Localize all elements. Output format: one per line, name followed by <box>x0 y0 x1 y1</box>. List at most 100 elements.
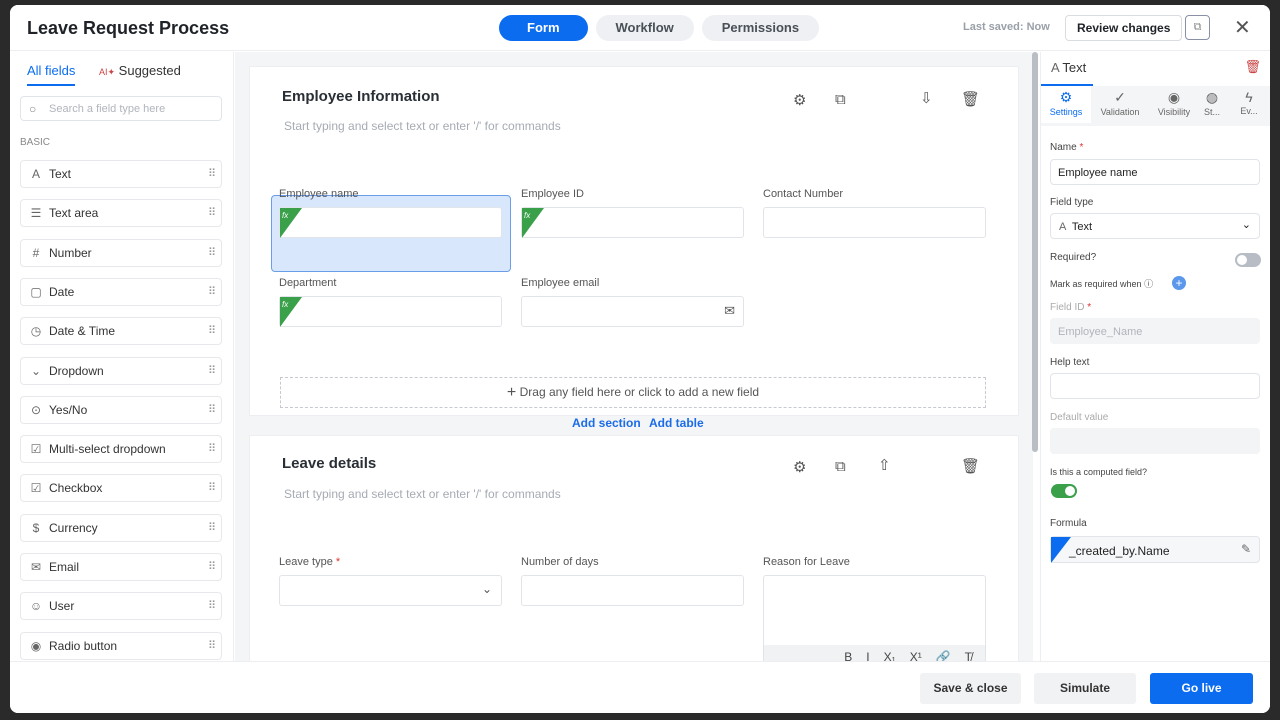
default-value-input <box>1050 428 1260 454</box>
simulate-button[interactable]: Simulate <box>1034 673 1136 704</box>
close-icon[interactable]: ✕ <box>1234 15 1251 40</box>
rich-text-input[interactable]: B I X₁ X¹ 🔗 T̸ <box>763 575 986 670</box>
field-type-label: Text area <box>49 206 99 221</box>
tab-settings[interactable]: ⚙ Settings <box>1041 86 1091 123</box>
tab-suggested[interactable]: AI✦ Suggested <box>99 63 181 78</box>
duplicate-icon[interactable]: ⧉ <box>835 91 846 108</box>
field-type-item[interactable]: # Number ⠿ <box>20 238 222 267</box>
add-field-dropzone[interactable]: + Drag any field here or click to add a … <box>280 377 986 408</box>
formula-input[interactable]: _created_by.Name ✎ <box>1050 536 1260 563</box>
field-department[interactable]: Department fx <box>279 277 502 327</box>
tab-visibility[interactable]: ◉ Visibility <box>1149 89 1199 117</box>
settings-icon[interactable]: ⚙ <box>793 458 806 476</box>
field-type-label: User <box>49 599 75 614</box>
field-type-item[interactable]: ◷ Date & Time ⠿ <box>20 317 222 346</box>
move-up-icon[interactable]: ⇧ <box>878 456 891 474</box>
text-input[interactable]: fx <box>279 296 502 327</box>
field-type-item[interactable]: ☑ Multi-select dropdown ⠿ <box>20 435 222 464</box>
drag-handle-icon[interactable]: ⠿ <box>208 475 216 501</box>
drag-handle-icon[interactable]: ⠿ <box>208 436 216 462</box>
computed-toggle[interactable] <box>1051 484 1077 498</box>
fx-label: fx <box>524 211 531 220</box>
tab-workflow[interactable]: Workflow <box>595 15 694 41</box>
name-label: Name * <box>1050 142 1083 153</box>
field-type-icon: ▢ <box>30 284 42 299</box>
drag-handle-icon[interactable]: ⠿ <box>208 593 216 619</box>
canvas-scrollbar[interactable] <box>1032 52 1038 452</box>
review-changes-button[interactable]: Review changes <box>1065 15 1183 41</box>
add-table-link[interactable]: Add table <box>649 416 704 430</box>
move-down-icon[interactable]: ⇩ <box>920 89 933 107</box>
name-input[interactable]: Employee name <box>1050 159 1260 185</box>
search-input[interactable]: Search a field type here <box>20 96 222 121</box>
text-input[interactable] <box>763 207 986 238</box>
drag-handle-icon[interactable]: ⠿ <box>208 318 216 344</box>
save-close-button[interactable]: Save & close <box>920 673 1021 704</box>
field-type-select[interactable]: A Text ⌄ <box>1050 213 1260 239</box>
text-input[interactable]: fx <box>521 207 744 238</box>
copy-icon[interactable]: ⧉ <box>1185 15 1210 40</box>
drag-handle-icon[interactable]: ⠿ <box>208 515 216 541</box>
field-type-item[interactable]: ☑ Checkbox ⠿ <box>20 474 222 503</box>
section-hint[interactable]: Start typing and select text or enter '/… <box>284 119 561 133</box>
delete-icon[interactable]: 🗑 <box>961 457 980 475</box>
field-employee-id[interactable]: Employee ID fx <box>521 188 744 238</box>
section-title[interactable]: Employee Information <box>282 88 440 105</box>
tab-label: Ev... <box>1240 106 1258 116</box>
email-input[interactable]: ✉ <box>521 296 744 327</box>
number-input[interactable] <box>521 575 744 606</box>
field-type-icon: ⌄ <box>30 363 42 378</box>
go-live-button[interactable]: Go live <box>1150 673 1253 704</box>
drag-handle-icon[interactable]: ⠿ <box>208 240 216 266</box>
last-saved-status: Last saved: Now <box>963 21 1050 33</box>
field-type-item[interactable]: A Text ⠿ <box>20 160 222 188</box>
drag-handle-icon[interactable]: ⠿ <box>208 397 216 423</box>
tab-validation[interactable]: ✓ Validation <box>1095 89 1145 117</box>
label-text: Name <box>1050 142 1077 153</box>
eye-icon: ◉ <box>1167 89 1181 105</box>
dropdown-select[interactable]: ⌄ <box>279 575 502 606</box>
settings-icon[interactable]: ⚙ <box>793 91 806 109</box>
field-employee-email[interactable]: Employee email ✉ <box>521 277 744 327</box>
drag-handle-icon[interactable]: ⠿ <box>208 633 216 659</box>
section-title[interactable]: Leave details <box>282 455 376 472</box>
field-type-item[interactable]: $ Currency ⠿ <box>20 513 222 542</box>
field-type-icon: ☑ <box>30 481 42 496</box>
dropzone-label: Drag any field here or click to add a ne… <box>519 385 760 399</box>
drag-handle-icon[interactable]: ⠿ <box>208 161 216 187</box>
tab-permissions[interactable]: Permissions <box>701 15 820 41</box>
panel-tabs: ⚙ Settings ✓ Validation ◉ Visibility ◍ St...… <box>1041 86 1270 126</box>
help-text-input[interactable] <box>1050 373 1260 399</box>
field-type-item[interactable]: ☰ Text area ⠿ <box>20 199 222 228</box>
delete-icon[interactable]: 🗑 <box>961 90 980 108</box>
pencil-icon[interactable]: ✎ <box>1241 542 1251 556</box>
drag-handle-icon[interactable]: ⠿ <box>208 554 216 580</box>
field-type-item[interactable]: ▢ Date ⠿ <box>20 277 222 306</box>
text-input[interactable]: fx <box>279 207 502 238</box>
field-contact-number[interactable]: Contact Number <box>763 188 986 238</box>
drag-handle-icon[interactable]: ⠿ <box>208 279 216 305</box>
add-condition-button[interactable]: + <box>1172 276 1186 290</box>
duplicate-icon[interactable]: ⧉ <box>835 458 846 475</box>
delete-icon[interactable]: 🗑 <box>1244 59 1261 75</box>
tab-events[interactable]: ϟ Ev... <box>1231 89 1267 116</box>
tab-style[interactable]: ◍ St... <box>1194 89 1230 117</box>
field-type-item[interactable]: ☺ User ⠿ <box>20 592 222 621</box>
field-reason-for-leave[interactable]: Reason for Leave B I X₁ X¹ 🔗 T̸ <box>763 556 986 670</box>
required-toggle[interactable] <box>1235 253 1261 267</box>
field-type-item[interactable]: ⌄ Dropdown ⠿ <box>20 356 222 385</box>
required-star: * <box>1087 302 1092 313</box>
tab-all-fields[interactable]: All fields <box>27 63 76 86</box>
field-type-item[interactable]: ◉ Radio button ⠿ <box>20 631 222 660</box>
drag-handle-icon[interactable]: ⠿ <box>208 358 216 384</box>
add-section-link[interactable]: Add section <box>572 416 641 430</box>
field-employee-name[interactable]: Employee name fx <box>279 188 502 238</box>
field-number-of-days[interactable]: Number of days <box>521 556 744 606</box>
section-hint[interactable]: Start typing and select text or enter '/… <box>284 487 561 501</box>
field-type-item[interactable]: ⊙ Yes/No ⠿ <box>20 395 222 424</box>
drag-handle-icon[interactable]: ⠿ <box>208 200 216 226</box>
required-star: * <box>1079 142 1084 153</box>
tab-form[interactable]: Form <box>499 15 588 41</box>
field-type-item[interactable]: ✉ Email ⠿ <box>20 553 222 581</box>
field-leave-type[interactable]: Leave type * ⌄ <box>279 556 502 606</box>
